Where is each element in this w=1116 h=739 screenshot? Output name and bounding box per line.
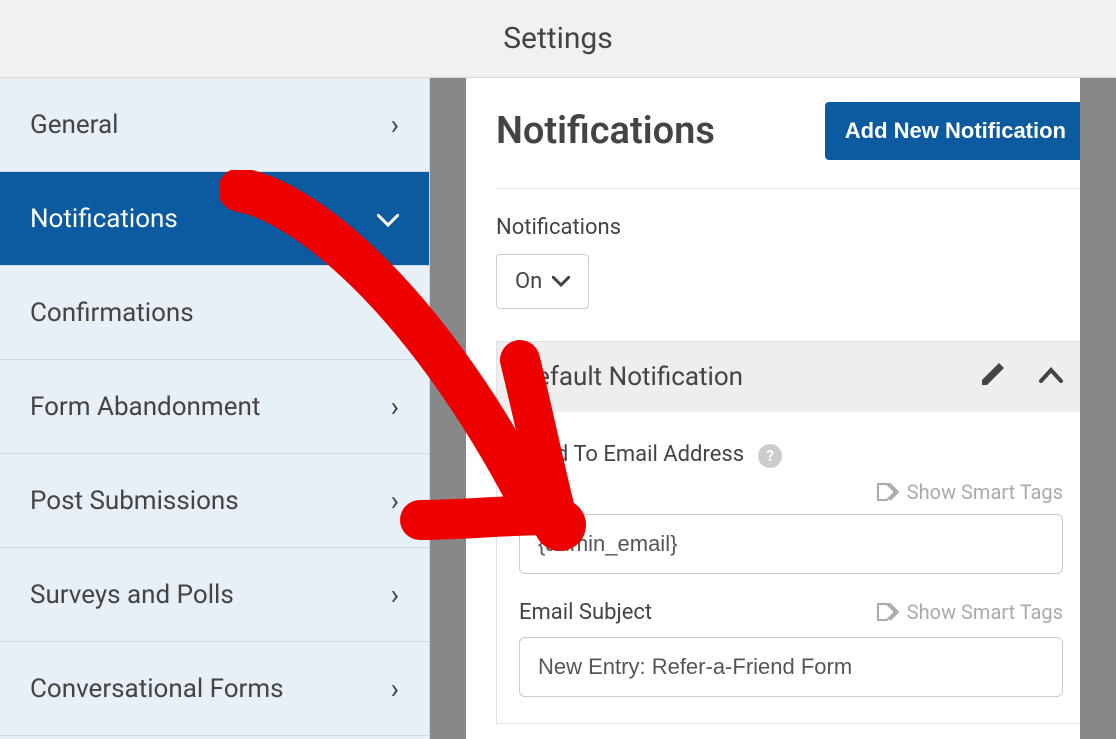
show-smart-tags-link[interactable]: Show Smart Tags: [877, 480, 1063, 504]
notification-panel: Default Notification Send To Email Addre…: [496, 341, 1086, 724]
sidebar-item-label: Confirmations: [30, 298, 194, 328]
chevron-right-icon: ›: [391, 108, 399, 141]
smart-tags-label: Show Smart Tags: [907, 600, 1063, 624]
collapse-icon[interactable]: [1039, 367, 1063, 387]
sidebar-item-label: Surveys and Polls: [30, 580, 234, 610]
page-title: Settings: [503, 21, 613, 56]
sidebar-item-general[interactable]: General ›: [0, 78, 429, 172]
notifications-toggle-select[interactable]: On: [496, 254, 589, 309]
sidebar-item-form-abandonment[interactable]: Form Abandonment ›: [0, 360, 429, 454]
sidebar-item-surveys-polls[interactable]: Surveys and Polls ›: [0, 548, 429, 642]
subject-input[interactable]: [519, 637, 1063, 697]
send-to-input[interactable]: [519, 514, 1063, 574]
main-heading: Notifications: [496, 109, 715, 153]
edit-icon[interactable]: [979, 362, 1005, 392]
chevron-down-icon: [552, 276, 570, 288]
panel-title: Default Notification: [519, 362, 743, 392]
sidebar-item-notifications[interactable]: Notifications: [0, 172, 429, 266]
chevron-right-icon: ›: [391, 484, 399, 517]
sidebar-item-post-submissions[interactable]: Post Submissions ›: [0, 454, 429, 548]
show-smart-tags-link[interactable]: Show Smart Tags: [877, 600, 1063, 624]
send-to-label: Send To Email Address: [519, 442, 744, 467]
sidebar-item-label: Post Submissions: [30, 486, 239, 516]
tags-icon: [877, 603, 899, 621]
notifications-toggle-label: Notifications: [496, 215, 1086, 240]
help-icon[interactable]: ?: [758, 444, 782, 468]
tags-icon: [877, 483, 899, 501]
main-panel: Notifications Add New Notification Notif…: [466, 78, 1116, 739]
settings-sidebar: General › Notifications Confirmations › …: [0, 78, 430, 739]
chevron-right-icon: ›: [391, 390, 399, 423]
sidebar-item-label: General: [30, 110, 118, 140]
sidebar-item-label: Conversational Forms: [30, 674, 284, 704]
chevron-right-icon: ›: [391, 578, 399, 611]
add-notification-button[interactable]: Add New Notification: [825, 102, 1086, 160]
chevron-right-icon: ›: [391, 672, 399, 705]
sidebar-item-label: Notifications: [30, 204, 178, 234]
subject-label: Email Subject: [519, 600, 652, 625]
sidebar-item-label: Form Abandonment: [30, 392, 260, 422]
chevron-down-icon: [377, 202, 399, 235]
topbar: Settings: [0, 0, 1116, 78]
sidebar-item-conversational-forms[interactable]: Conversational Forms ›: [0, 642, 429, 736]
chevron-right-icon: ›: [391, 296, 399, 329]
toggle-value: On: [515, 269, 542, 294]
smart-tags-label: Show Smart Tags: [907, 480, 1063, 504]
panel-header[interactable]: Default Notification: [497, 342, 1085, 412]
sidebar-item-confirmations[interactable]: Confirmations ›: [0, 266, 429, 360]
